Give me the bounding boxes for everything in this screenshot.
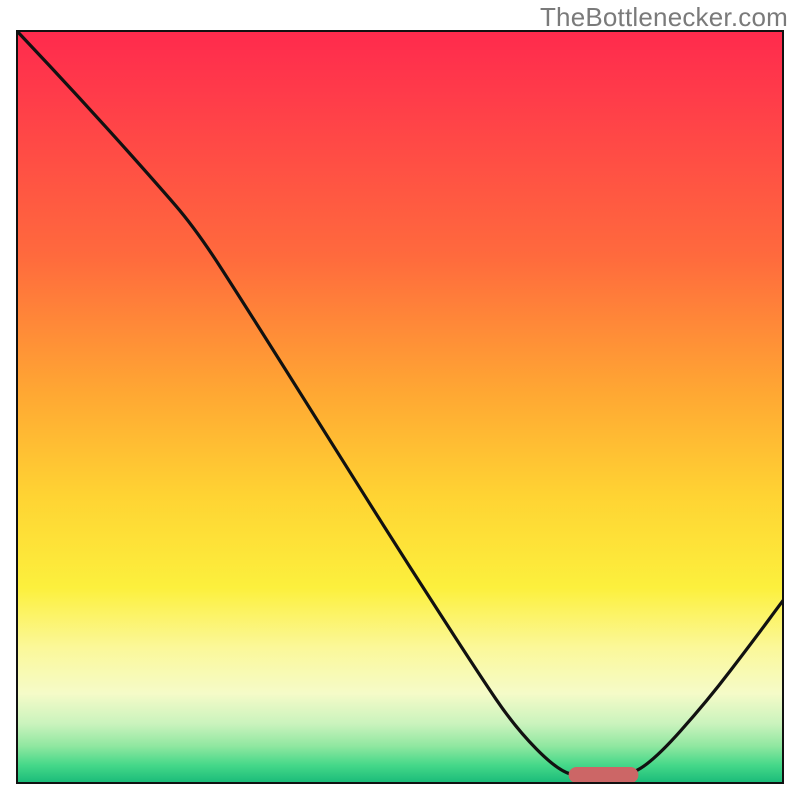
plot-area xyxy=(16,30,784,784)
watermark-text: TheBottlenecker.com xyxy=(540,2,788,33)
chart-stage: TheBottlenecker.com xyxy=(0,0,800,800)
gradient-background xyxy=(16,30,784,784)
